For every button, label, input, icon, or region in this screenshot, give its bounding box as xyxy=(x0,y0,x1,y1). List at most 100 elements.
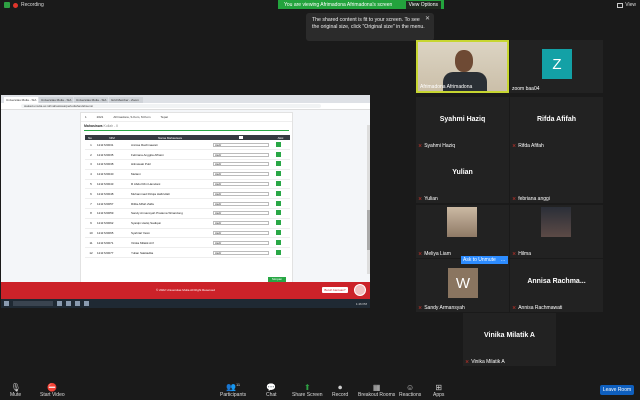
action-check-icon[interactable] xyxy=(276,151,281,157)
participant-display-name: Syahmi Haziq xyxy=(439,116,486,123)
app-icon[interactable] xyxy=(57,301,62,306)
ask-to-unmute-button[interactable]: Ask to Unmute xyxy=(461,256,498,264)
windows-start-icon[interactable] xyxy=(4,301,9,306)
attendance-status-select[interactable]: Hadir xyxy=(213,201,269,206)
apps-icon: ⊞ xyxy=(435,383,443,392)
participant-tile-afrimadona[interactable]: Afrimadona Afrimadona xyxy=(416,40,509,93)
action-check-icon[interactable] xyxy=(276,220,281,226)
attendance-status-select[interactable]: Hadir xyxy=(213,211,269,216)
attendance-status-select[interactable]: Hadir xyxy=(213,221,269,226)
row-student-name: Yulian Saktiadita xyxy=(129,247,211,259)
browser-tab[interactable]: Universitas Mulia - SIA xyxy=(74,97,108,103)
attendance-status-select[interactable]: Hadir xyxy=(213,231,269,236)
participant-tile-zoom[interactable]: Zzoom baa04 xyxy=(510,40,603,93)
more-options-button[interactable]: ... xyxy=(498,256,509,264)
action-check-icon[interactable] xyxy=(276,161,281,167)
row-nim: 1211720065 xyxy=(95,228,129,239)
row-student-name: Syahrial Yasin xyxy=(129,228,211,239)
participants-button[interactable]: 👥11 Participants xyxy=(220,380,246,398)
participant-name: Syahmi Haziq xyxy=(424,143,456,149)
action-check-icon[interactable] xyxy=(276,210,281,216)
help-chat-button[interactable]: Butuh bantuan? xyxy=(322,287,348,293)
muted-mic-icon: ⨯ xyxy=(512,305,517,311)
row-student-name: Meliani xyxy=(129,169,211,180)
participant-tile-sandy[interactable]: W ⨯ Sandy Armansyah xyxy=(416,259,509,312)
tooltip-text: The shared content is fit to your screen… xyxy=(312,17,425,31)
attendance-card: 1 2021 Afrimadona, S.Kom, M.Kom Tepat Ma… xyxy=(80,112,293,291)
muted-mic-icon: ⨯ xyxy=(418,196,423,202)
leave-room-button[interactable]: Leave Room xyxy=(600,385,634,395)
attendance-status-select[interactable]: Hadir xyxy=(213,240,269,245)
breakout-label: Breakout Rooms xyxy=(358,392,396,398)
close-icon[interactable]: ✕ xyxy=(425,15,430,23)
view-button[interactable]: View xyxy=(617,2,636,8)
chat-mascot-icon[interactable] xyxy=(354,284,366,296)
start-video-button[interactable]: ⛔ Start Video xyxy=(40,383,65,398)
attendance-table: No NIM Nama Mahasiswa Aksi 1 1211720031 An… xyxy=(85,135,290,259)
participant-tile-annisa[interactable]: Annisa Rachma... ⨯ Annisa Rachmawati xyxy=(510,259,603,312)
attendance-status-select[interactable]: Hadir xyxy=(213,172,269,177)
participant-name: Afrimadona Afrimadona xyxy=(420,84,473,90)
meeting-toolbar: 🎙 Mute ⛔ Start Video 👥11 Participants 💬 … xyxy=(0,378,640,400)
apps-button[interactable]: ⊞ Apps xyxy=(433,383,444,398)
row-number: 7 xyxy=(85,198,95,210)
footer-text: © 2022 Universitas Mulia All Right Reser… xyxy=(156,288,215,292)
attendance-status-select[interactable]: Hadir xyxy=(213,142,269,147)
recording-indicator[interactable]: Recording xyxy=(4,2,44,8)
attendance-status-select[interactable]: Hadir xyxy=(213,250,269,255)
app-icon[interactable] xyxy=(84,301,89,306)
action-check-icon[interactable] xyxy=(276,141,281,147)
participant-name-label: ⨯ Meliya Liam xyxy=(418,251,451,257)
action-check-icon[interactable] xyxy=(276,200,281,206)
participant-tile-rifda[interactable]: Rifda Afifah ⨯ Rifda Afifah xyxy=(510,97,603,150)
chat-button[interactable]: 💬 Chat xyxy=(266,383,277,398)
participant-tile-vinika[interactable]: Vinika Milatik A ⨯ Vinika Milatik A xyxy=(463,313,556,366)
browser-tab[interactable]: Universitas Mulia - SIA xyxy=(4,97,38,103)
row-nim: 1211720043 xyxy=(95,179,129,190)
attendance-status-select[interactable]: Hadir xyxy=(213,191,269,196)
attendance-status-select[interactable]: Hadir xyxy=(213,182,269,187)
reactions-button[interactable]: ☺ Reactions xyxy=(399,383,421,398)
action-check-icon[interactable] xyxy=(276,230,281,236)
row-nim: 1211720077 xyxy=(95,247,129,259)
taskbar-search[interactable] xyxy=(13,301,53,306)
attendance-status-select[interactable]: Hadir xyxy=(213,162,269,167)
scrollbar[interactable] xyxy=(367,125,370,274)
microphone-icon: 🎙 xyxy=(10,383,21,392)
attendance-status-select[interactable]: Hadir xyxy=(213,152,269,157)
section-title-text: Mahasiswa xyxy=(84,124,103,128)
mute-button[interactable]: 🎙 Mute xyxy=(10,383,21,398)
address-bar: siakad.umulia.ac.id/mahasiswa/perkuliaha… xyxy=(1,103,370,110)
row-number: 8 xyxy=(85,208,95,219)
action-check-icon[interactable] xyxy=(276,181,281,187)
participant-name-label: ⨯ Hilma xyxy=(512,251,531,257)
browser-tab[interactable]: Universitas Mulia - SIA xyxy=(39,97,73,103)
participant-tile-yulian[interactable]: Yulian ⨯ Yulian xyxy=(416,150,509,203)
row-nim: 1211720031 xyxy=(95,140,129,151)
record-button[interactable]: ⏺ Record xyxy=(332,383,348,398)
app-icon[interactable] xyxy=(66,301,71,306)
participant-tile-febriana[interactable]: ⨯ febriana anggi xyxy=(510,150,603,203)
fit-screen-tooltip: ✕ The shared content is fit to your scre… xyxy=(306,13,434,41)
table-row: 8 1211720059 Sandy Armansyah Pratama Winar… xyxy=(85,208,290,219)
browser-tab[interactable]: Grid Member - Zoom xyxy=(109,97,143,103)
browser-tabs: Universitas Mulia - SIA Universitas Muli… xyxy=(1,95,370,103)
app-icon[interactable] xyxy=(75,301,80,306)
participant-tile-syahmi[interactable]: Syahmi Haziq ⨯ Syahmi Haziq xyxy=(416,97,509,150)
share-label: Share Screen xyxy=(292,392,323,398)
url-field[interactable]: siakad.umulia.ac.id/mahasiswa/perkuliaha… xyxy=(21,104,321,108)
participant-tile-meliya[interactable]: ⨯ Meliya Liam xyxy=(416,205,509,258)
share-screen-button[interactable]: ⬆ Share Screen xyxy=(292,383,323,398)
scrollbar-thumb[interactable] xyxy=(367,210,370,250)
action-check-icon[interactable] xyxy=(276,249,281,255)
participant-tile-hilma[interactable]: ⨯ Hilma xyxy=(510,205,603,258)
action-check-icon[interactable] xyxy=(276,171,281,177)
action-check-icon[interactable] xyxy=(276,239,281,245)
video-camera-off-icon: ⛔ xyxy=(47,383,58,392)
action-check-icon[interactable] xyxy=(276,190,281,196)
breakout-rooms-button[interactable]: ▦ Breakout Rooms xyxy=(358,383,395,398)
shared-screen[interactable]: Universitas Mulia - SIA Universitas Muli… xyxy=(1,95,370,308)
section-subtitle: Kuliah - II xyxy=(103,124,119,128)
view-options-button[interactable]: View Options xyxy=(405,0,441,9)
windows-taskbar: 1:46 PM xyxy=(1,299,370,308)
